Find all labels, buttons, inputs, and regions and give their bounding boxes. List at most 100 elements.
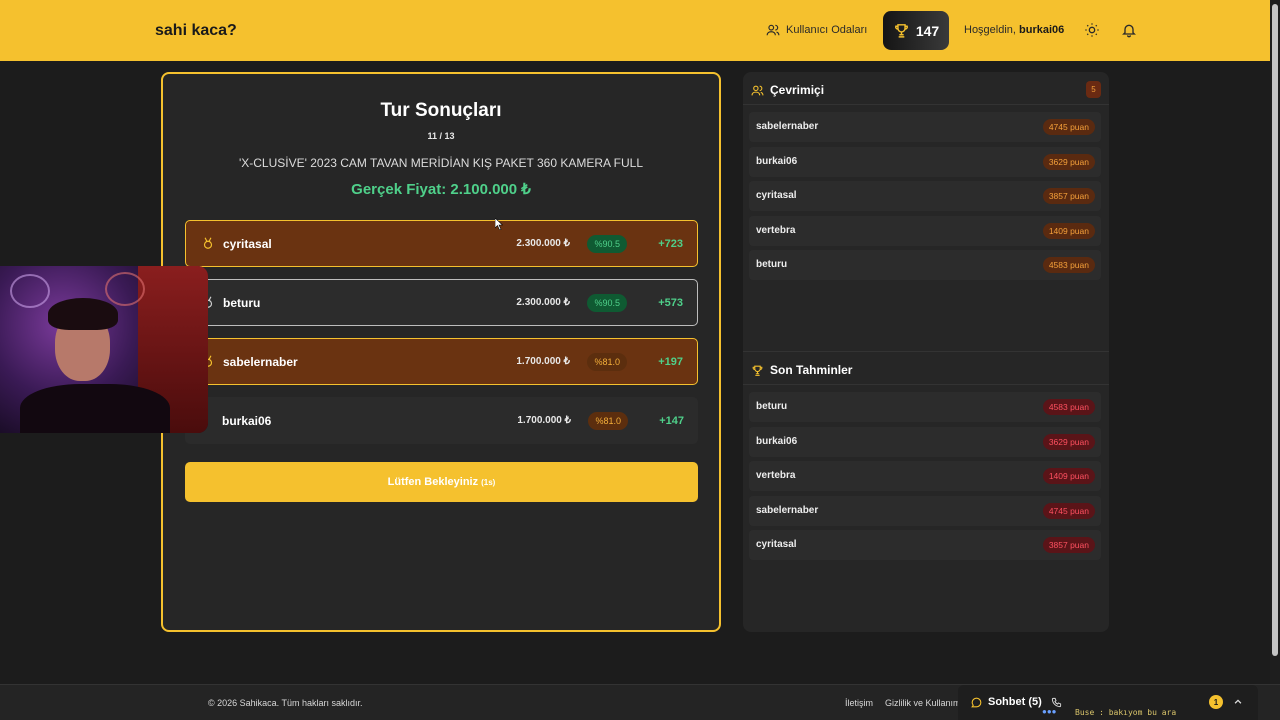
player-name: burkai06 [222, 413, 272, 428]
trophy-icon [752, 365, 763, 376]
divider [743, 384, 1109, 385]
user-points: 1409 puan [1042, 468, 1095, 485]
user-rooms-link[interactable]: Kullanıcı Odaları [766, 23, 867, 37]
webcam-art [10, 274, 50, 308]
welcome-username: burkai06 [1019, 24, 1065, 36]
user-points: 3629 puan [1042, 433, 1095, 450]
result-row: sabelernaber 1.700.000 ₺ %81.0 +197 [185, 338, 698, 385]
user-name: vertebra [756, 224, 796, 236]
top-header: sahi kaca? Kullanıcı Odaları 147 Hoşgeld… [0, 0, 1280, 61]
divider [743, 104, 1109, 105]
users-icon [766, 24, 780, 36]
recent-guess-row[interactable]: vertebra 1409 puan [749, 461, 1101, 492]
brand-logo[interactable]: sahi kaca? [155, 22, 237, 40]
webcam-overlay [0, 266, 208, 433]
player-name: cyritasal [223, 236, 272, 251]
round-counter: 11 / 13 [427, 131, 455, 141]
player-guess: 1.700.000 ₺ [516, 356, 570, 367]
user-points: 3857 puan [1042, 537, 1095, 554]
medal-icon [203, 237, 213, 249]
user-points: 4745 puan [1042, 119, 1095, 135]
user-name: cyritasal [756, 539, 797, 551]
online-user-row[interactable]: vertebra 1409 puan [749, 215, 1101, 246]
recent-title: Son Tahminler [770, 363, 853, 377]
online-count-badge: 5 [1086, 81, 1101, 98]
player-guess: 1.700.000 ₺ [517, 415, 571, 426]
chevron-up-icon[interactable] [1233, 697, 1243, 707]
result-row: beturu 2.300.000 ₺ %90.5 +573 [185, 279, 698, 326]
recent-guess-row[interactable]: sabelernaber 4745 puan [749, 495, 1101, 526]
trophy-icon [894, 24, 908, 38]
online-user-row[interactable]: sabelernaber 4745 puan [749, 112, 1101, 142]
wait-button[interactable]: Lütfen Bekleyiniz (1s) [185, 462, 698, 502]
online-title: Çevrimiçi [770, 83, 825, 97]
ticker-emoji: ●●● [1042, 707, 1057, 716]
accuracy-badge: %81.0 [588, 411, 628, 430]
user-name: beturu [756, 259, 788, 271]
online-user-row[interactable]: burkai06 3629 puan [749, 146, 1101, 177]
welcome-text: Hoşgeldin, burkai06 [964, 24, 1064, 36]
online-user-row[interactable]: beturu 4583 puan [749, 250, 1101, 281]
user-rooms-label: Kullanıcı Odaları [786, 24, 868, 36]
player-name: sabelernaber [223, 354, 298, 369]
user-name: sabelernaber [756, 121, 819, 132]
points-gained: +723 [658, 237, 683, 250]
product-name: 'X-CLUSİVE' 2023 CAM TAVAN MERİDİAN KIŞ … [238, 156, 644, 170]
accuracy-badge: %81.0 [587, 352, 627, 371]
result-row: cyritasal 2.300.000 ₺ %90.5 +723 [185, 220, 698, 267]
user-points: 3629 puan [1042, 153, 1095, 170]
user-points: 4583 puan [1042, 399, 1095, 415]
webcam-art [105, 272, 145, 306]
score-chip[interactable]: 147 [883, 11, 949, 50]
users-icon [751, 85, 764, 95]
contact-link[interactable]: İletişim [845, 698, 873, 708]
welcome-prefix: Hoşgeldin, [964, 24, 1016, 36]
real-price: Gerçek Fiyat: 2.100.000 ₺ [351, 181, 531, 198]
user-points: 4745 puan [1042, 502, 1095, 519]
points-gained: +573 [658, 296, 683, 309]
online-header: Çevrimiçi [751, 83, 824, 97]
privacy-link[interactable]: Gizlilik ve Kullanım [885, 698, 960, 708]
accuracy-badge: %90.5 [587, 293, 627, 312]
user-points: 1409 puan [1042, 222, 1095, 239]
user-name: vertebra [756, 470, 796, 482]
bell-icon[interactable] [1121, 22, 1137, 38]
webcam-person-body [20, 384, 170, 433]
user-name: sabelernaber [756, 504, 819, 516]
round-results-card: Tur Sonuçları 11 / 13 'X-CLUSİVE' 2023 C… [161, 72, 721, 632]
chat-ticker: Buse : bakıyom bu ara [1075, 708, 1177, 717]
score-value: 147 [915, 22, 940, 39]
page-scrollbar[interactable] [1270, 0, 1280, 684]
result-row: burkai06 1.700.000 ₺ %81.0 +147 [185, 397, 698, 444]
round-title: Tur Sonuçları [380, 100, 502, 121]
accuracy-badge: %90.5 [587, 234, 627, 253]
wait-label: Lütfen Bekleyiniz [387, 476, 479, 488]
player-guess: 2.300.000 ₺ [516, 238, 570, 249]
player-guess: 2.300.000 ₺ [516, 297, 570, 308]
recent-header: Son Tahminler [751, 363, 852, 377]
mouse-cursor-icon [495, 218, 503, 230]
side-panel: Çevrimiçi 5 sabelernaber 4745 puan burkai0… [743, 72, 1109, 632]
online-user-row[interactable]: cyritasal 3857 puan [749, 181, 1101, 212]
points-gained: +197 [658, 355, 683, 368]
user-name: beturu [756, 401, 788, 412]
recent-guess-row[interactable]: burkai06 3629 puan [749, 426, 1101, 457]
user-name: cyritasal [756, 190, 797, 202]
divider [743, 351, 1109, 352]
wait-countdown: (1s) [481, 477, 496, 487]
recent-guess-row[interactable]: beturu 4583 puan [749, 392, 1101, 422]
copyright: © 2026 Sahikaca. Tüm hakları saklıdır. [208, 698, 363, 708]
scrollbar-thumb[interactable] [1272, 4, 1278, 656]
recent-guess-row[interactable]: cyritasal 3857 puan [749, 530, 1101, 561]
user-points: 3857 puan [1042, 188, 1095, 205]
chat-icon [971, 697, 982, 708]
sun-icon[interactable] [1084, 22, 1100, 38]
chat-unread-badge: 1 [1209, 695, 1223, 709]
points-gained: +147 [659, 414, 684, 427]
player-name: beturu [223, 295, 261, 310]
user-name: burkai06 [756, 435, 798, 447]
webcam-person-hair [48, 298, 118, 330]
user-name: burkai06 [756, 155, 798, 167]
user-points: 4583 puan [1042, 257, 1095, 274]
chat-label: Sohbet (5) [988, 696, 1042, 708]
